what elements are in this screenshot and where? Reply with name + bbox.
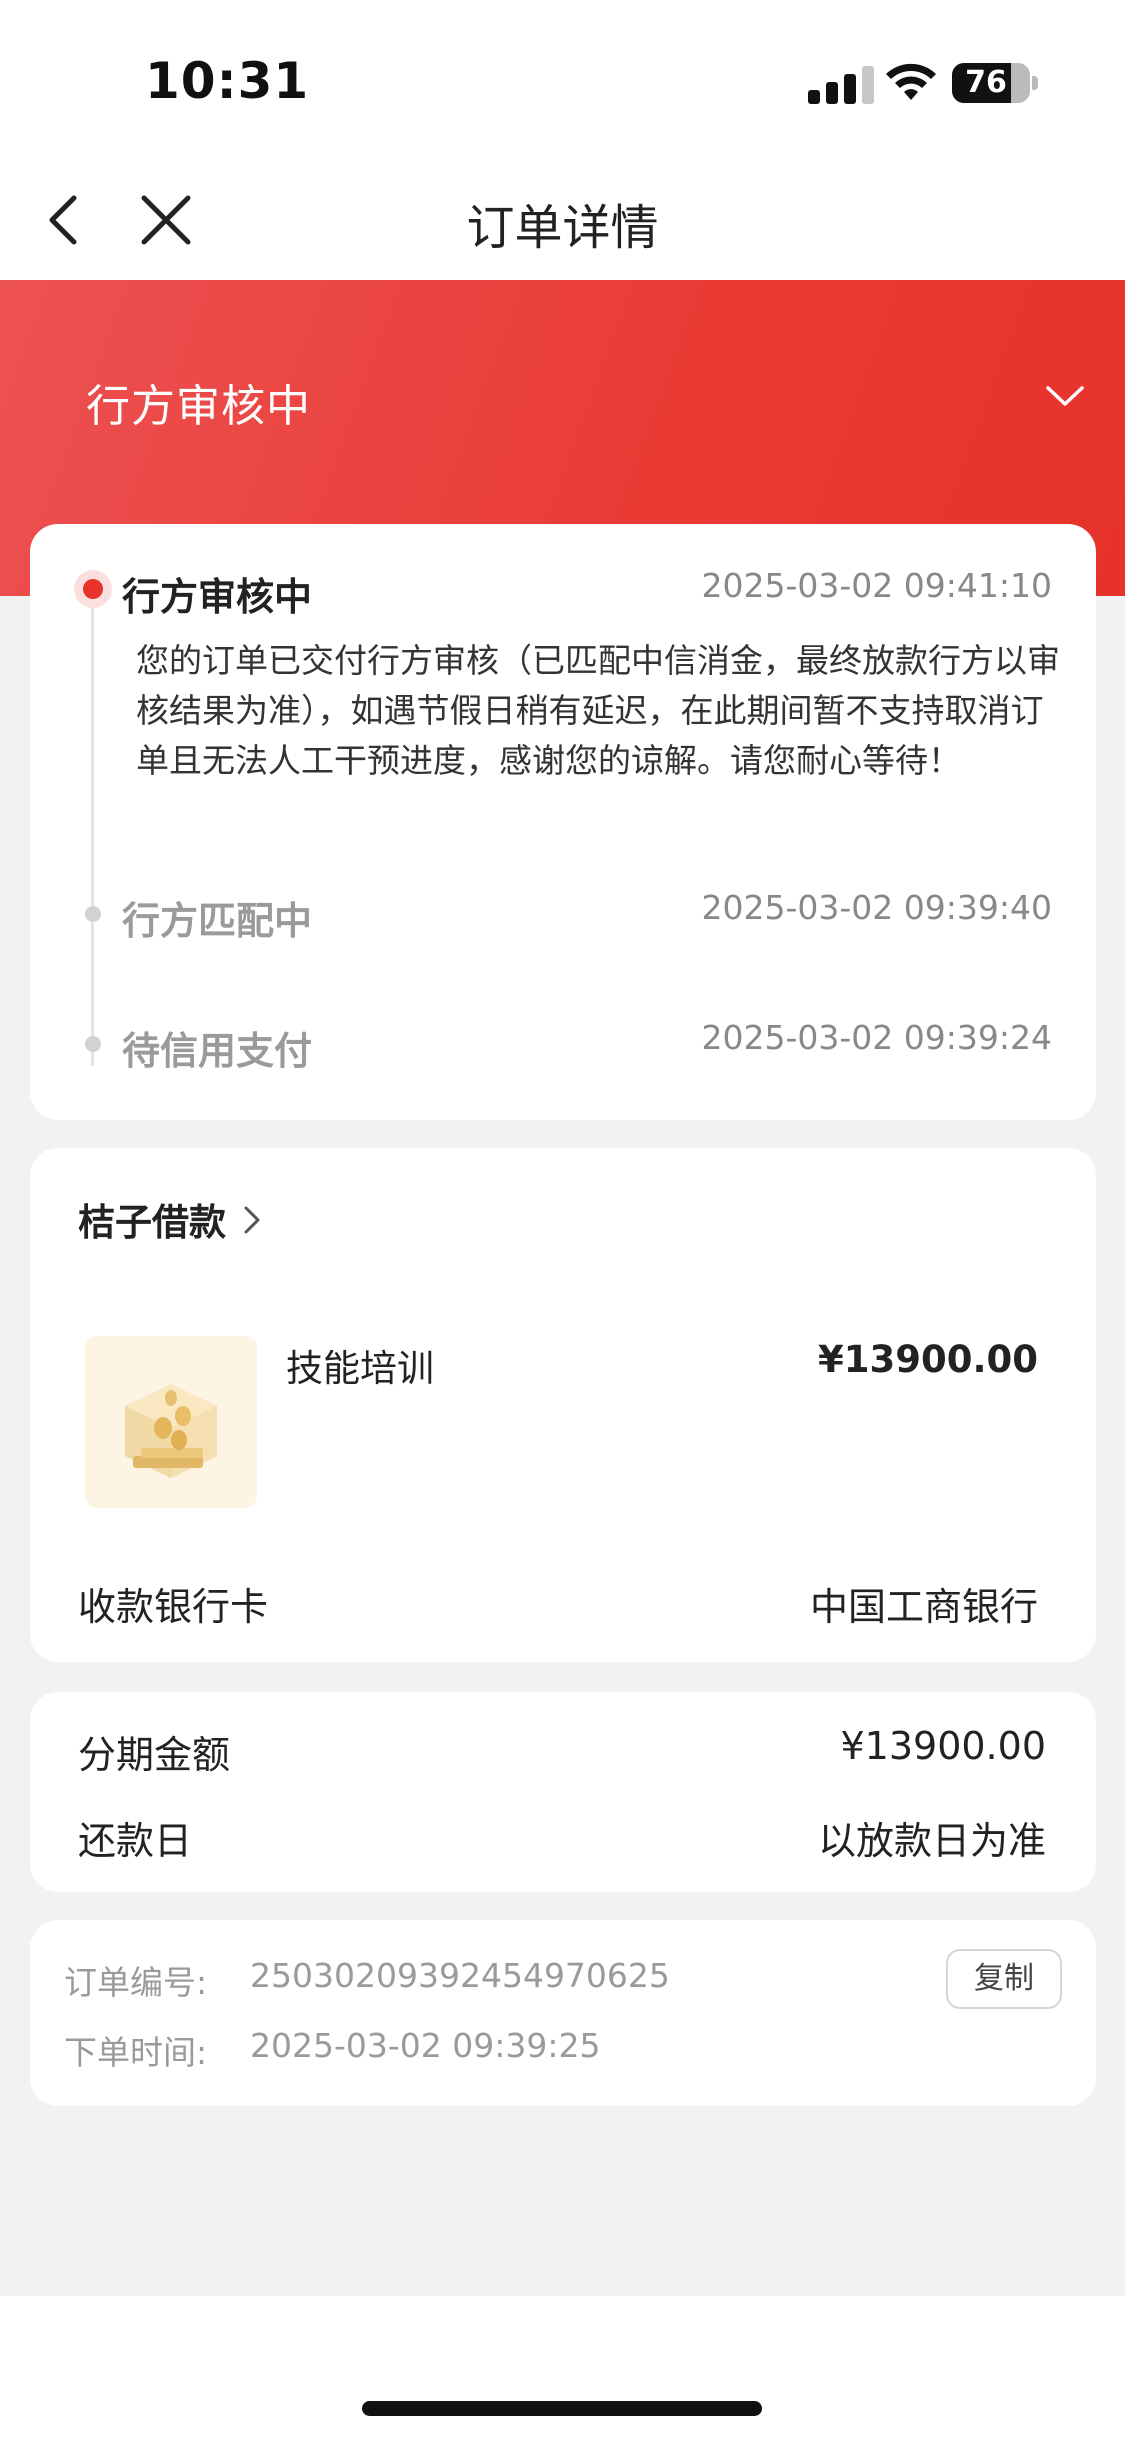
battery-cap bbox=[1032, 76, 1038, 90]
order-number-value: 25030209392454970625 bbox=[250, 1956, 670, 1995]
chevron-right-icon[interactable] bbox=[237, 1200, 267, 1240]
chevron-down-icon[interactable] bbox=[1040, 376, 1090, 416]
installment-amount-label: 分期金额 bbox=[78, 1733, 231, 1777]
status-time: 10:31 bbox=[145, 52, 310, 110]
coin-box-icon bbox=[125, 1384, 217, 1478]
battery-level: 76 bbox=[965, 65, 1007, 100]
wifi-icon bbox=[886, 63, 936, 100]
cellular-signal-icon bbox=[808, 64, 878, 104]
timeline-item-title: 行方审核中 bbox=[122, 575, 313, 619]
timeline-item-time: 2025-03-02 09:39:40 bbox=[701, 888, 1052, 927]
banner-status-title: 行方审核中 bbox=[86, 381, 311, 432]
status-bar: 10:31 76 bbox=[0, 0, 1125, 160]
timeline-dot bbox=[85, 906, 101, 922]
bank-card-label: 收款银行卡 bbox=[78, 1585, 269, 1629]
order-time-label: 下单时间: bbox=[64, 2033, 208, 2072]
order-info-card: 订单编号: 25030209392454970625 复制 下单时间: 2025… bbox=[30, 1920, 1096, 2106]
timeline-item-description: 您的订单已交付行方审核（已匹配中信消金，最终放款行方以审核结果为准），如遇节假日… bbox=[136, 641, 1060, 780]
repayment-day-label: 还款日 bbox=[78, 1819, 193, 1863]
product-name: 技能培训 bbox=[286, 1347, 434, 1390]
battery-icon: 76 bbox=[952, 63, 1030, 103]
timeline-item-time: 2025-03-02 09:39:24 bbox=[701, 1018, 1052, 1057]
timeline-item-title: 待信用支付 bbox=[122, 1029, 313, 1073]
order-number-label: 订单编号: bbox=[64, 1963, 208, 2002]
navigation-bar: 订单详情 bbox=[0, 160, 1125, 280]
back-icon[interactable] bbox=[36, 190, 96, 250]
product-image bbox=[85, 1336, 257, 1508]
progress-timeline-card: 行方审核中 2025-03-02 09:41:10 您的订单已交付行方审核（已匹… bbox=[30, 524, 1096, 1120]
installment-amount-value: ¥13900.00 bbox=[840, 1724, 1047, 1768]
product-card: 桔子借款 技能培训 ¥13900.00 收款银行卡 中国工商银行 bbox=[30, 1148, 1096, 1662]
close-icon[interactable] bbox=[136, 190, 196, 250]
timeline-dot-active bbox=[74, 570, 112, 608]
merchant-name-link[interactable]: 桔子借款 bbox=[78, 1192, 226, 1246]
product-price: ¥13900.00 bbox=[817, 1338, 1038, 1381]
timeline-item-title: 行方匹配中 bbox=[122, 899, 313, 943]
bottom-safe-area bbox=[0, 2296, 1125, 2439]
copy-button[interactable]: 复制 bbox=[946, 1949, 1062, 2009]
timeline-line bbox=[91, 590, 94, 1066]
bank-card-value: 中国工商银行 bbox=[809, 1585, 1038, 1629]
order-time-value: 2025-03-02 09:39:25 bbox=[250, 2026, 601, 2065]
timeline-item-time: 2025-03-02 09:41:10 bbox=[701, 566, 1052, 605]
timeline-dot bbox=[85, 1036, 101, 1052]
home-indicator[interactable] bbox=[362, 2401, 762, 2416]
repayment-day-value: 以放款日为准 bbox=[817, 1819, 1046, 1863]
installment-card: 分期金额 ¥13900.00 还款日 以放款日为准 bbox=[30, 1692, 1096, 1892]
